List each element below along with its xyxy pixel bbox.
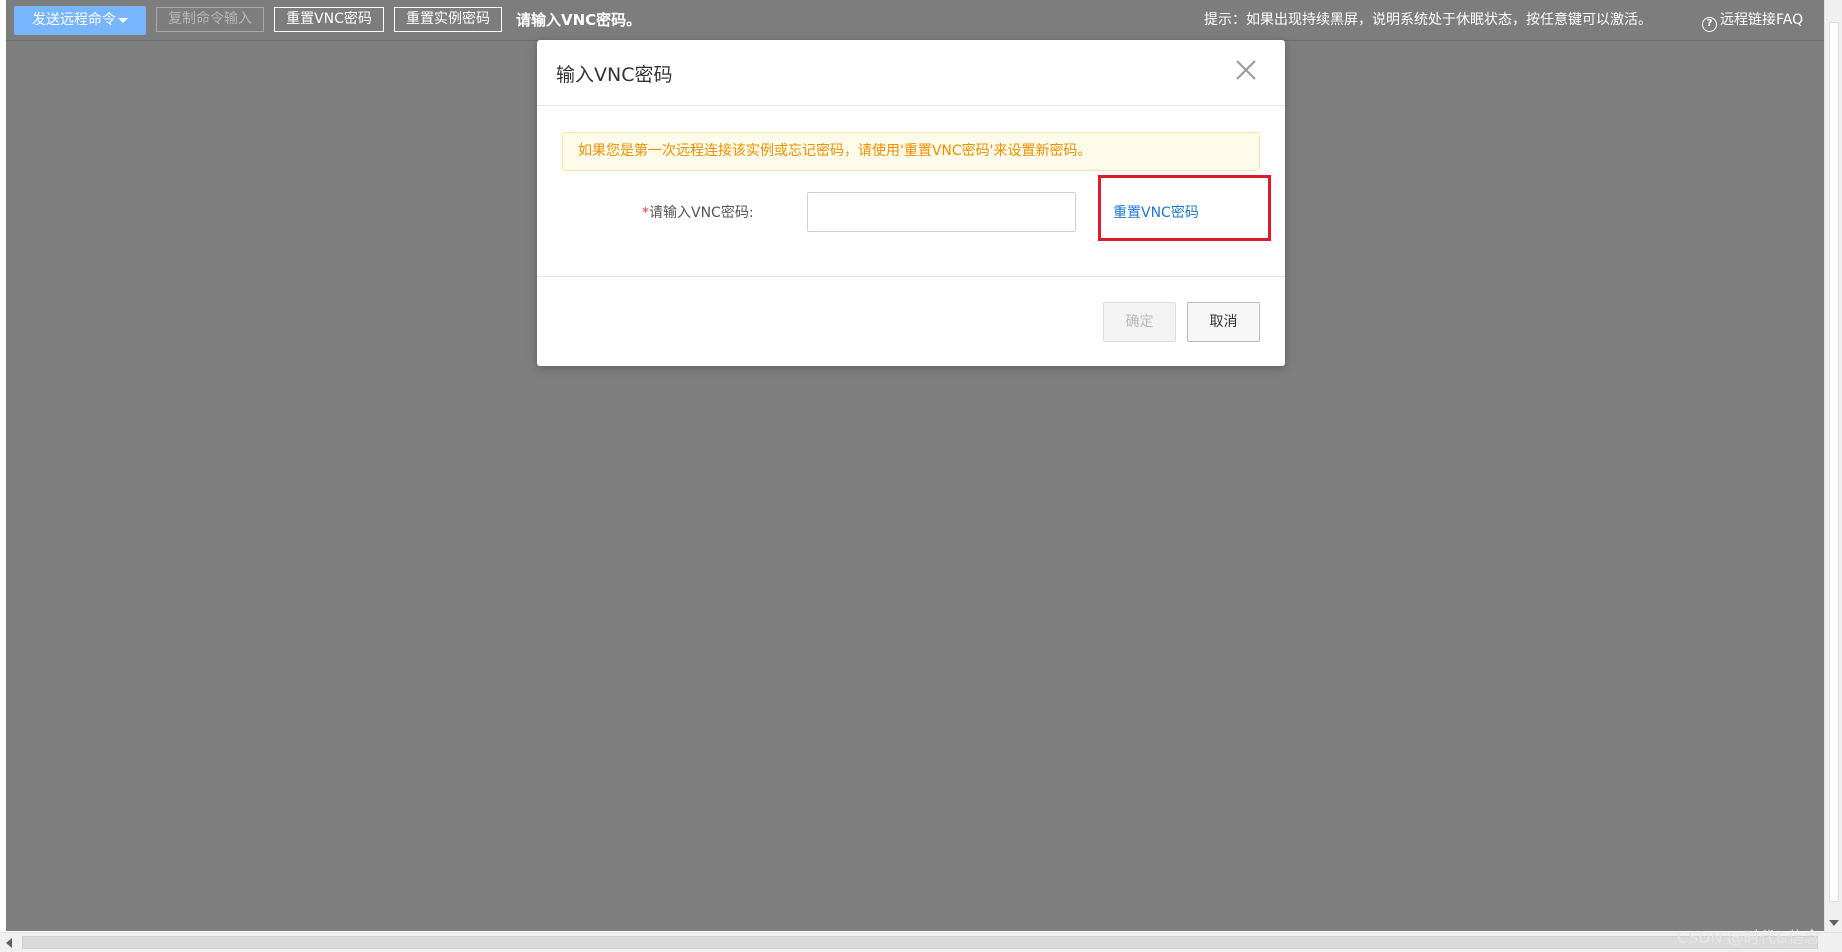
watermark: CSDN @时代&信念 [1676,928,1820,947]
vnc-password-dialog: 输入VNC密码 如果您是第一次远程连接该实例或忘记密码，请使用'重置VNC密码'… [537,40,1285,366]
help-circle-icon: ? [1702,17,1717,32]
faq-link[interactable]: ? 远程链接FAQ [1702,9,1803,32]
caret-down-icon [118,17,128,23]
scroll-left-arrow-icon[interactable] [6,938,12,948]
vnc-console-window: 发送远程命令 复制命令输入 重置VNC密码 重置实例密码 请输入VNC密码。 提… [0,0,1842,952]
confirm-button[interactable]: 确定 [1103,302,1176,342]
required-mark: * [642,205,649,221]
vertical-scrollbar[interactable] [1824,0,1842,932]
horizontal-scrollbar-thumb[interactable] [22,936,1818,949]
reset-vnc-password-button[interactable]: 重置VNC密码 [274,7,384,32]
reset-vnc-password-link[interactable]: 重置VNC密码 [1113,202,1199,222]
dialog-header: 输入VNC密码 [537,40,1285,106]
vertical-scrollbar-thumb[interactable] [1829,22,1839,902]
status-message: 请输入VNC密码。 [516,11,642,29]
toolbar: 发送远程命令 复制命令输入 重置VNC密码 重置实例密码 请输入VNC密码。 提… [6,0,1824,41]
hint-text: 提示：如果出现持续黑屏，说明系统处于休眠状态，按任意键可以激活。 [1204,12,1652,28]
vnc-password-input[interactable] [807,192,1076,232]
faq-link-label: 远程链接FAQ [1720,12,1804,28]
send-remote-command-button[interactable]: 发送远程命令 [14,6,146,35]
password-label-text: 请输入VNC密码: [649,205,754,221]
reset-instance-password-button[interactable]: 重置实例密码 [394,7,502,32]
cancel-button[interactable]: 取消 [1187,302,1260,342]
password-label: *请输入VNC密码: [642,202,754,222]
dialog-title: 输入VNC密码 [556,64,673,86]
notice-banner: 如果您是第一次远程连接该实例或忘记密码，请使用'重置VNC密码'来设置新密码。 [562,132,1260,171]
copy-command-input-button[interactable]: 复制命令输入 [156,7,264,32]
scroll-down-arrow-icon[interactable] [1829,920,1839,926]
send-remote-command-label: 发送远程命令 [32,12,116,28]
horizontal-scrollbar[interactable] [0,932,1842,952]
dialog-divider [537,276,1285,277]
close-icon[interactable] [1233,57,1259,83]
